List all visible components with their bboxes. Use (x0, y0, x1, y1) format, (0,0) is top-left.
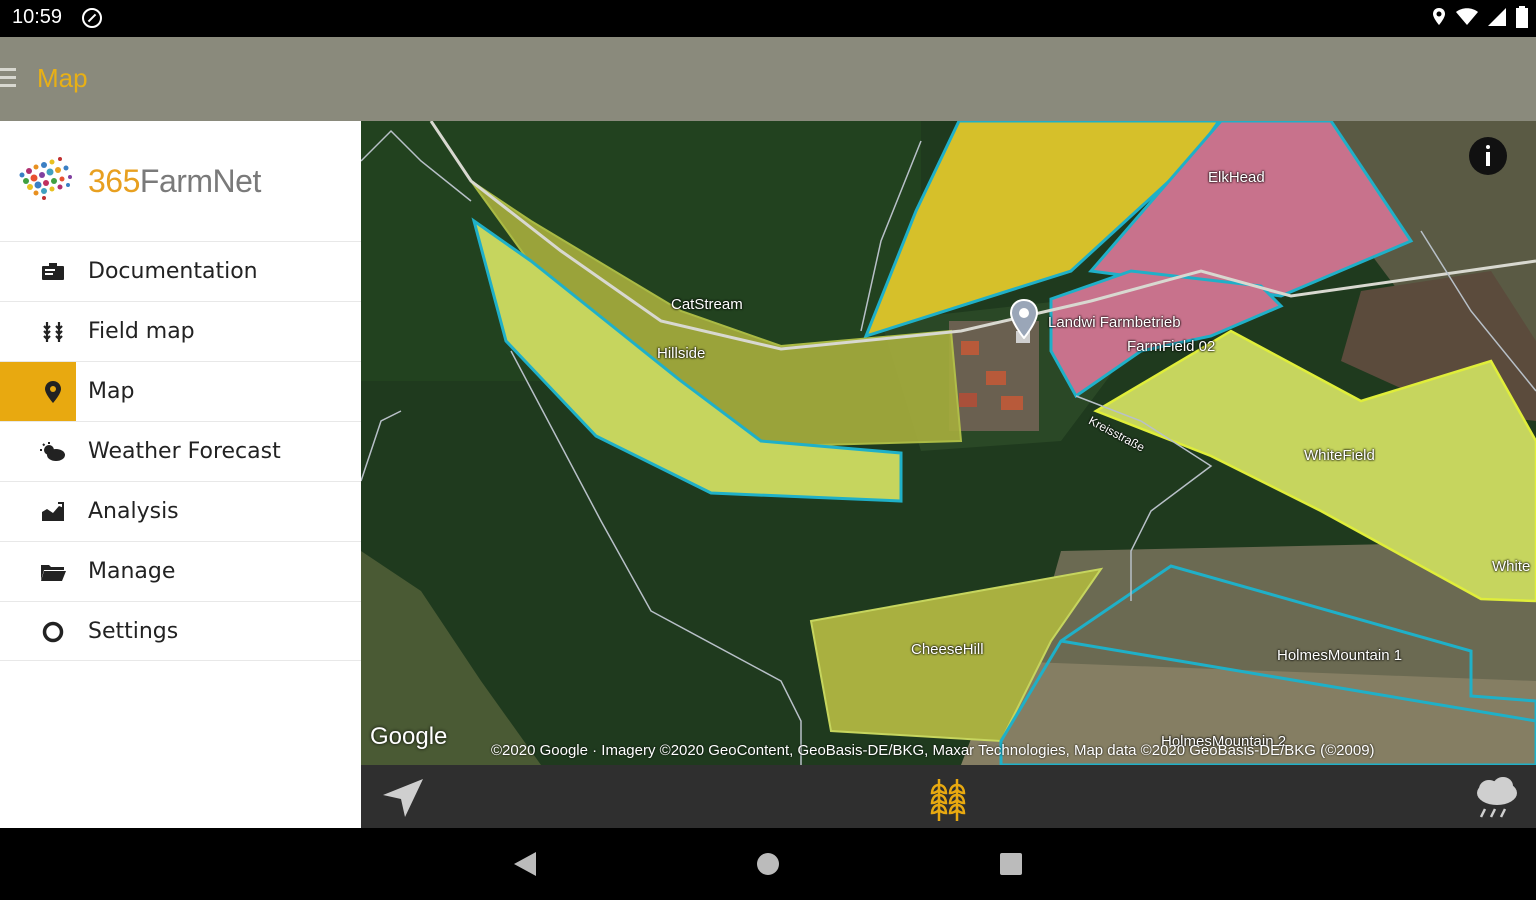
page-title: Map (37, 63, 88, 93)
field-label-farmfield[interactable]: FarmField 02 (1127, 338, 1215, 355)
drawer-item-map[interactable]: Map (0, 361, 361, 421)
map-toolbar (361, 765, 1536, 828)
field-map-icon (40, 320, 66, 344)
system-navigation-bar (0, 828, 1536, 900)
field-label-catstream[interactable]: CatStream (671, 296, 743, 313)
field-label-elkhead[interactable]: ElkHead (1208, 169, 1265, 186)
drawer-item-weather-forecast[interactable]: Weather Forecast (0, 421, 361, 481)
drawer-item-label: Map (88, 379, 135, 404)
status-bar: 10:59 (0, 0, 1536, 37)
field-label-white-edge[interactable]: White (1492, 558, 1530, 575)
field-label-holmesmountain-1[interactable]: HolmesMountain 1 (1277, 647, 1402, 664)
drawer-item-label: Documentation (88, 259, 258, 284)
location-icon (1433, 8, 1445, 25)
drawer-item-label: Field map (88, 319, 195, 344)
logo-dots-icon (19, 157, 72, 200)
drawer-item-settings[interactable]: Settings (0, 601, 361, 661)
drawer-item-field-map[interactable]: Field map (0, 301, 361, 361)
drawer-item-label: Analysis (88, 499, 179, 524)
wifi-icon (1456, 8, 1478, 25)
weather-cloud-icon[interactable] (1471, 775, 1523, 819)
weather-icon (40, 440, 66, 464)
home-icon[interactable] (757, 853, 779, 875)
map-attribution[interactable]: ©2020 Google · Imagery ©2020 GeoContent,… (491, 742, 1375, 759)
vpn-icon (82, 8, 102, 28)
drawer-item-label: Weather Forecast (88, 439, 281, 464)
signal-icon (1488, 8, 1506, 26)
drawer-item-analysis[interactable]: Analysis (0, 481, 361, 541)
google-logo: Google (370, 723, 448, 750)
farmnet-logo: 365FarmNet (14, 153, 314, 213)
drawer-menu: Documentation Field map Map Weather Fore… (0, 241, 361, 661)
satellite-map[interactable]: ElkHead CatStream Hillside Landwi Farmbe… (361, 121, 1536, 765)
field-label-landwirt[interactable]: Landwi Farmbetrieb (1048, 314, 1181, 331)
app-bar: Map (0, 37, 1536, 121)
drawer-item-label: Settings (88, 619, 179, 644)
map-terrain (361, 121, 1536, 765)
navigation-arrow-icon[interactable] (379, 775, 427, 819)
navigation-drawer: 365FarmNet Documentation Field map Map W… (0, 121, 361, 828)
crop-wheat-icon[interactable] (927, 775, 971, 823)
status-icons (1432, 6, 1528, 28)
back-icon[interactable] (514, 852, 536, 876)
status-time: 10:59 (12, 6, 63, 28)
drawer-item-manage[interactable]: Manage (0, 541, 361, 601)
analysis-icon (40, 500, 66, 524)
hamburger-menu-icon[interactable] (0, 68, 16, 90)
field-label-cheesehill[interactable]: CheeseHill (911, 641, 984, 658)
documentation-icon (40, 260, 66, 284)
field-label-hillside[interactable]: Hillside (657, 345, 705, 362)
field-label-whitefield[interactable]: WhiteField (1304, 447, 1375, 464)
folder-icon (40, 560, 66, 584)
drawer-item-documentation[interactable]: Documentation (0, 241, 361, 301)
location-pin-icon[interactable] (1010, 299, 1038, 339)
logo-wordmark: 365FarmNet (88, 163, 261, 199)
info-button-icon[interactable] (1469, 137, 1507, 175)
settings-icon (40, 620, 66, 644)
recents-icon[interactable] (1000, 853, 1022, 875)
battery-icon (1516, 6, 1528, 28)
drawer-item-label: Manage (88, 559, 176, 584)
map-pin-icon (40, 380, 66, 404)
